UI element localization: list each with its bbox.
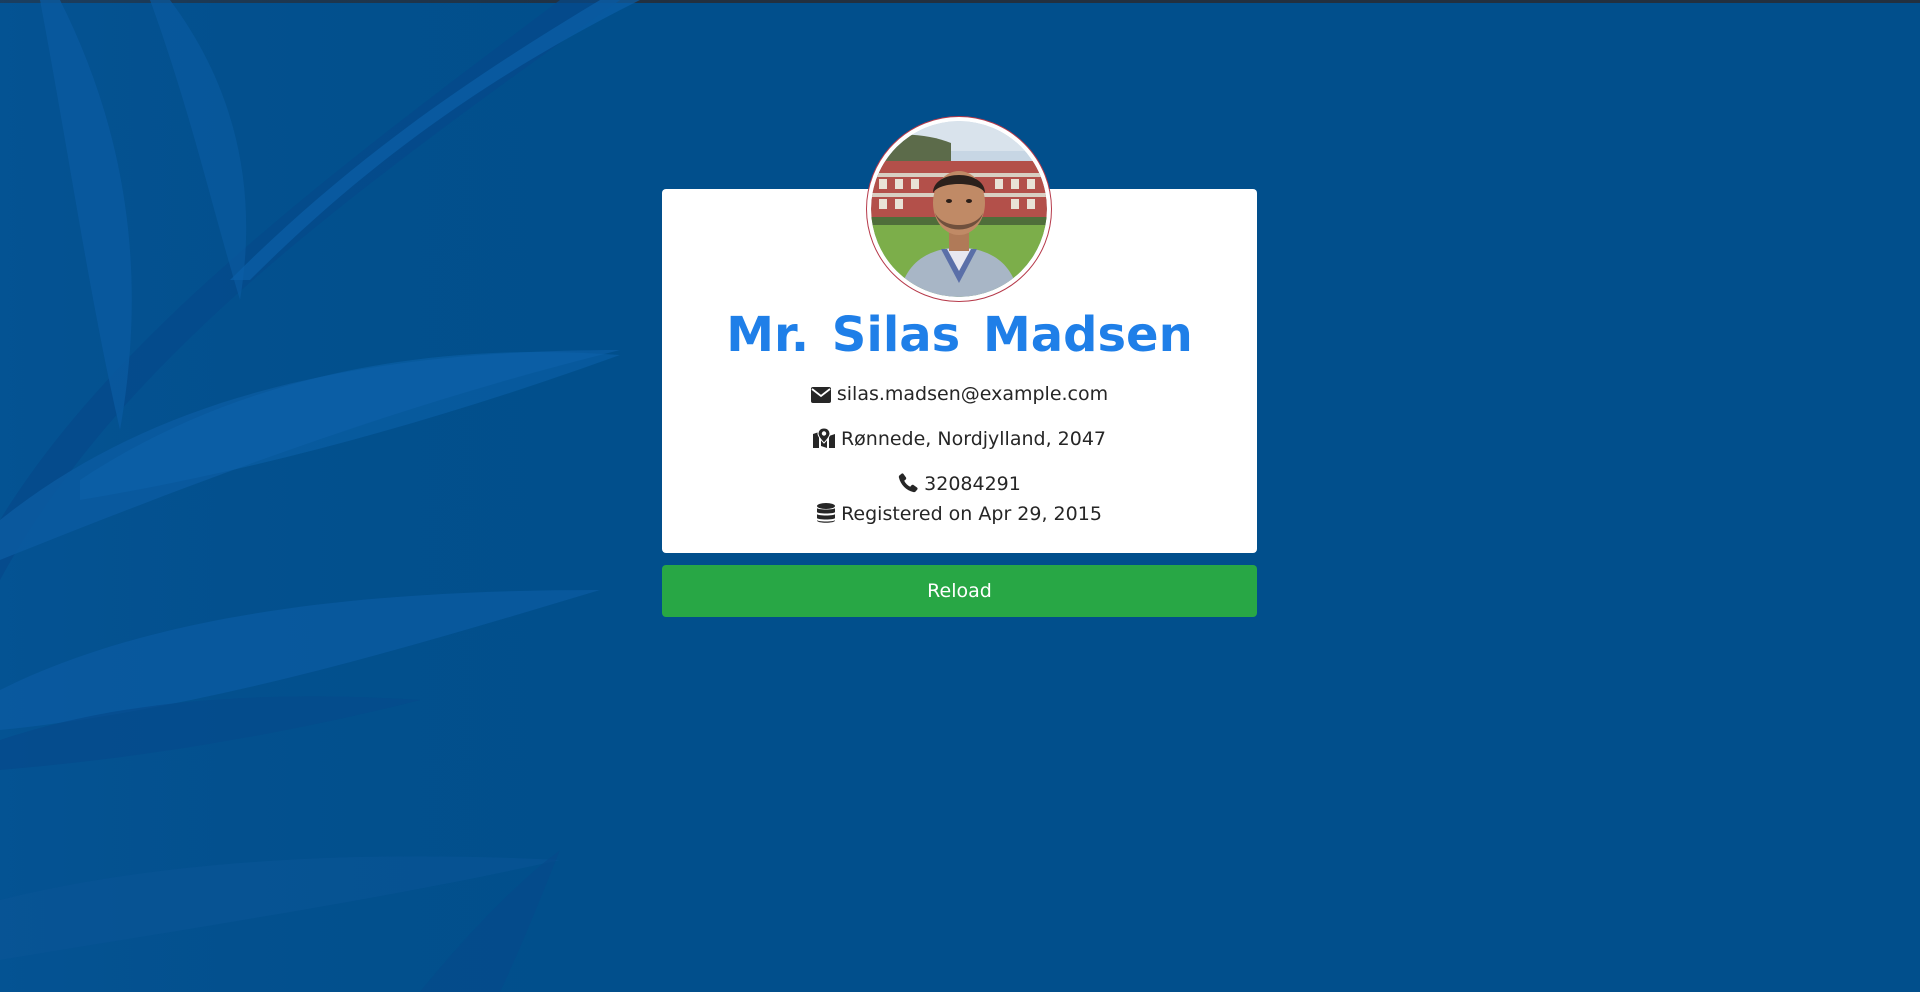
map-marker-icon — [812, 428, 835, 448]
phone-text: 32084291 — [924, 473, 1021, 495]
location-text: Rønnede, Nordjylland, 2047 — [840, 428, 1107, 450]
avatar-photo — [871, 121, 1047, 297]
email-line: silas.madsen@example.com — [662, 380, 1257, 408]
phone-icon — [898, 473, 918, 493]
registered-text: Registered on Apr 29, 2015 — [841, 503, 1102, 525]
registered-line: Registered on Apr 29, 2015 — [662, 500, 1257, 528]
user-name: Mr. Silas Madsen — [726, 307, 1193, 363]
database-icon — [817, 503, 836, 523]
avatar — [866, 116, 1052, 302]
location-line: Rønnede, Nordjylland, 2047 — [662, 425, 1257, 453]
reload-button[interactable]: Reload — [662, 565, 1257, 617]
phone-line: 32084291 — [662, 470, 1257, 498]
email-text: silas.madsen@example.com — [836, 383, 1109, 405]
envelope-icon — [810, 387, 831, 403]
